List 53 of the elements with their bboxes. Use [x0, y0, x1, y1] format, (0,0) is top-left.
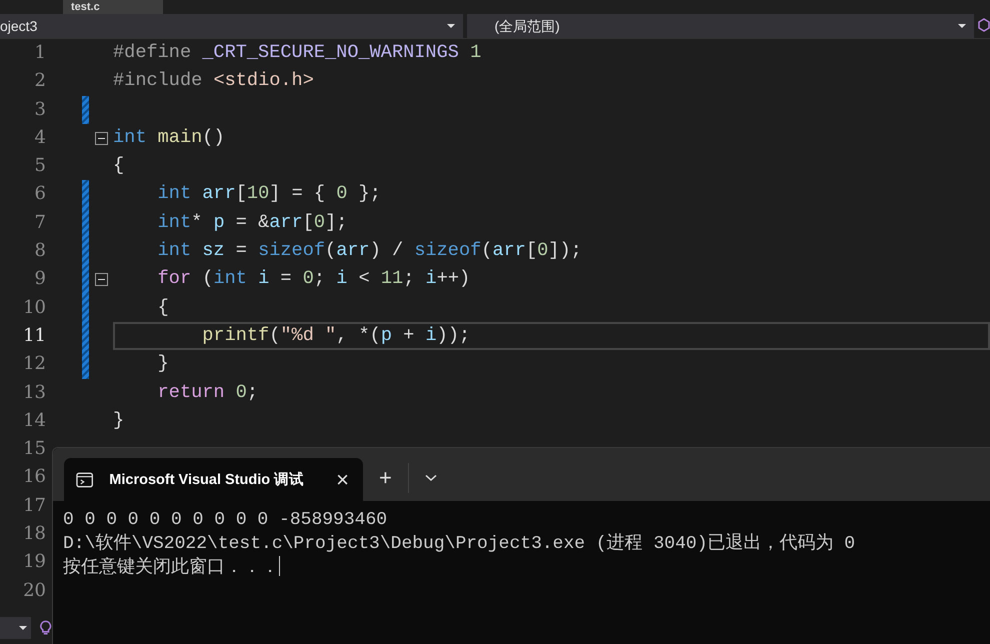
line-number: 9: [34, 267, 46, 292]
line-number: 13: [22, 380, 46, 405]
line-number: 14: [22, 408, 46, 433]
collapse-icon[interactable]: [95, 132, 108, 145]
caret-icon: [18, 626, 27, 630]
code-line: #include <stdio.h>: [113, 70, 314, 92]
collapse-icon[interactable]: [95, 273, 108, 286]
text-cursor: [279, 556, 280, 576]
close-button[interactable]: ×: [336, 468, 349, 490]
line-number: 18: [22, 522, 46, 546]
chevron-down-icon[interactable]: [424, 474, 437, 482]
line-number: 15: [22, 437, 46, 462]
terminal-icon: [76, 472, 94, 488]
line-number: 12: [22, 352, 46, 376]
line-number: 17: [22, 494, 46, 518]
line-number: 19: [22, 550, 46, 574]
line-number: 11: [22, 324, 46, 348]
code-line: int sz = sizeof(arr) / sizeof(arr[0]);: [156, 240, 582, 262]
new-tab-button[interactable]: +: [379, 467, 392, 489]
line-number: 6: [34, 182, 46, 206]
caret-icon: [958, 24, 966, 28]
code-line: return 0;: [156, 382, 258, 403]
console-output-line: 按任意键关闭此窗口．．．: [63, 558, 279, 578]
line-number: 2: [34, 69, 46, 94]
document-tab[interactable]: test.c: [63, 0, 163, 14]
line-number: 5: [34, 154, 46, 178]
lightbulb-icon[interactable]: [38, 620, 52, 636]
console-output-line: D:\软件\VS2022\test.c\Project3\Debug\Project3.exe (进程 3040)已退出，代码为 0: [63, 534, 856, 554]
zoom-dropdown[interactable]: [0, 617, 31, 639]
code-line: int* p = &arr[0];: [156, 212, 348, 233]
code-line: printf("%d ", *(p + i));: [201, 324, 470, 346]
code-line: {: [156, 296, 169, 318]
line-number: 1: [34, 41, 46, 65]
line-number: 3: [34, 98, 46, 122]
code-line: }: [156, 353, 169, 374]
console-tab[interactable]: Microsoft Visual Studio 调试 ×: [64, 458, 363, 501]
code-line: for (int i = 0; i < 11; i++): [156, 268, 470, 290]
code-line: }: [113, 410, 124, 431]
code-line: int arr[10] = { 0 };: [156, 183, 381, 204]
code-line: #define _CRT_SECURE_NO_WARNINGS 1: [113, 42, 482, 63]
code-line: {: [113, 155, 124, 176]
cube-icon[interactable]: [978, 18, 990, 32]
console-output-line: 0 0 0 0 0 0 0 0 0 0 -858993460: [63, 510, 388, 530]
code-line: int main(): [113, 126, 225, 148]
scope-dropdown[interactable]: (全局范围): [466, 14, 974, 38]
line-number: 16: [22, 465, 46, 490]
line-number: 8: [34, 239, 46, 264]
caret-icon: [446, 24, 455, 28]
project-dropdown[interactable]: oject3: [0, 14, 463, 38]
line-number: 4: [34, 126, 46, 150]
line-number: 10: [22, 296, 46, 320]
line-number: 7: [34, 210, 46, 235]
line-number: 20: [22, 578, 46, 603]
